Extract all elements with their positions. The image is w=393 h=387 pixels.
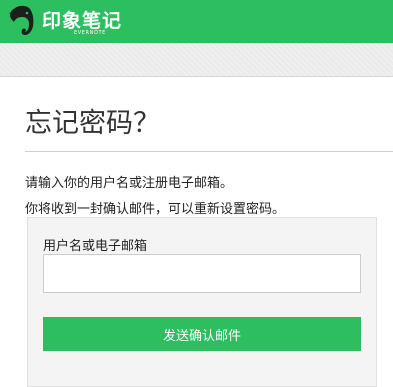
- page-title: 忘记密码？: [25, 108, 160, 139]
- top-header: 印象笔记 EVERNOTE: [0, 0, 393, 43]
- send-confirmation-button[interactable]: 发送确认邮件: [43, 317, 361, 351]
- brand-name[interactable]: 印象笔记: [42, 6, 122, 33]
- title-divider: [25, 151, 393, 152]
- username-email-input[interactable]: [43, 254, 361, 293]
- evernote-elephant-icon[interactable]: [6, 4, 36, 38]
- username-email-label: 用户名或电子邮箱: [43, 239, 148, 254]
- hatched-banner: [0, 43, 393, 77]
- info-text: 你将收到一封确认邮件，可以重新设置密码。: [25, 202, 286, 217]
- instruction-text: 请输入你的用户名或注册电子邮箱。: [25, 176, 234, 191]
- brand-subtitle: EVERNOTE: [74, 30, 106, 36]
